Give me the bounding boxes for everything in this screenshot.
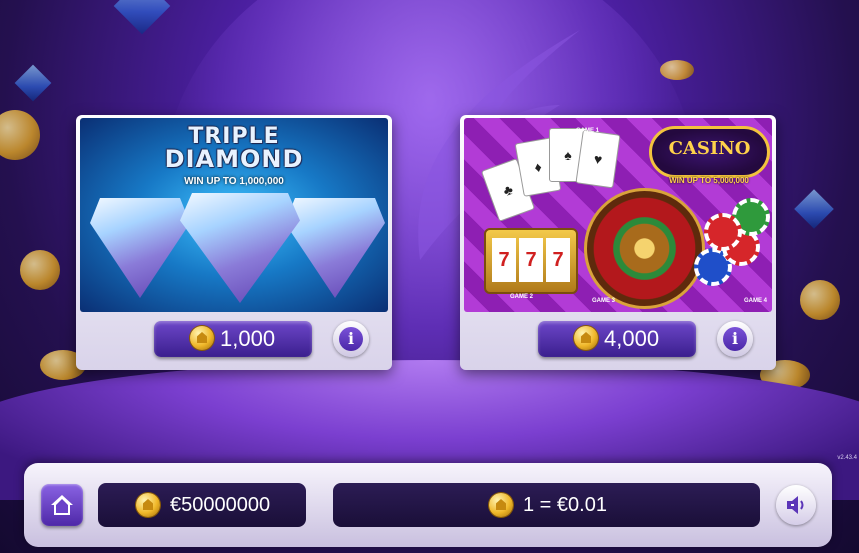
game-subtitle: WIN UP TO 1,000,000 xyxy=(184,176,284,187)
home-icon xyxy=(51,495,73,515)
game-card-triple-diamond[interactable]: TRIPLE DIAMOND WIN UP TO 1,000,000 1,000… xyxy=(76,115,392,370)
balance-display: €50000000 xyxy=(98,483,306,527)
decor-coin xyxy=(660,60,694,80)
diamond-graphic xyxy=(180,193,300,303)
decor-coin xyxy=(800,280,840,320)
price-value: 4,000 xyxy=(604,326,660,351)
coin-icon xyxy=(574,326,598,350)
info-button[interactable]: i xyxy=(333,321,369,357)
decor-coin xyxy=(20,250,60,290)
sound-icon xyxy=(787,496,804,514)
game-title: TRIPLE DIAMOND xyxy=(80,126,388,173)
decor-gem xyxy=(113,0,171,35)
slot-reel: 7 xyxy=(492,238,516,282)
version-label: v2.43.4 xyxy=(837,455,857,461)
slot-machine-graphic: 7 7 7 xyxy=(484,228,578,294)
playing-card-graphic: ♥ xyxy=(575,129,621,189)
bottom-bar: €50000000 1 = €0.01 xyxy=(24,463,832,547)
diamond-graphic xyxy=(285,198,385,298)
decor-coin xyxy=(0,110,40,160)
diamond-graphic xyxy=(90,198,190,298)
coin-icon xyxy=(489,493,513,517)
price-value: 1,000 xyxy=(220,326,276,351)
game-label: GAME 1 xyxy=(576,128,600,134)
info-icon: i xyxy=(339,327,363,351)
info-icon: i xyxy=(723,327,747,351)
home-button[interactable] xyxy=(41,484,83,526)
exchange-rate-value: 1 = €0.01 xyxy=(523,494,607,516)
game-card-casino[interactable]: ♣ ♦ ♠ ♥ CASINO WIN UP TO 5,000,000 7 7 7… xyxy=(460,115,776,370)
decor-gem xyxy=(794,189,834,229)
price-button[interactable]: 4,000 xyxy=(538,321,696,357)
coin-icon xyxy=(190,326,214,350)
roulette-wheel-graphic xyxy=(584,188,705,309)
info-button[interactable]: i xyxy=(717,321,753,357)
game-label: GAME 4 xyxy=(744,298,768,304)
game-title-line2: DIAMOND xyxy=(164,145,304,173)
poker-chip-graphic xyxy=(704,213,742,251)
game-thumbnail[interactable]: ♣ ♦ ♠ ♥ CASINO WIN UP TO 5,000,000 7 7 7… xyxy=(464,118,772,312)
decor-gem xyxy=(14,64,52,102)
sound-button[interactable] xyxy=(776,485,816,525)
balance-value: €50000000 xyxy=(170,494,271,516)
coin-icon xyxy=(136,493,160,517)
price-button[interactable]: 1,000 xyxy=(154,321,312,357)
casino-logo: CASINO xyxy=(649,126,770,178)
game-subtitle: WIN UP TO 5,000,000 xyxy=(669,176,749,185)
slot-reel: 7 xyxy=(546,238,570,282)
game-label: GAME 2 xyxy=(510,294,534,300)
exchange-rate-display: 1 = €0.01 xyxy=(333,483,760,527)
game-thumbnail[interactable]: TRIPLE DIAMOND WIN UP TO 1,000,000 xyxy=(80,118,388,312)
game-label: GAME 3 xyxy=(592,298,616,304)
slot-reel: 7 xyxy=(519,238,543,282)
